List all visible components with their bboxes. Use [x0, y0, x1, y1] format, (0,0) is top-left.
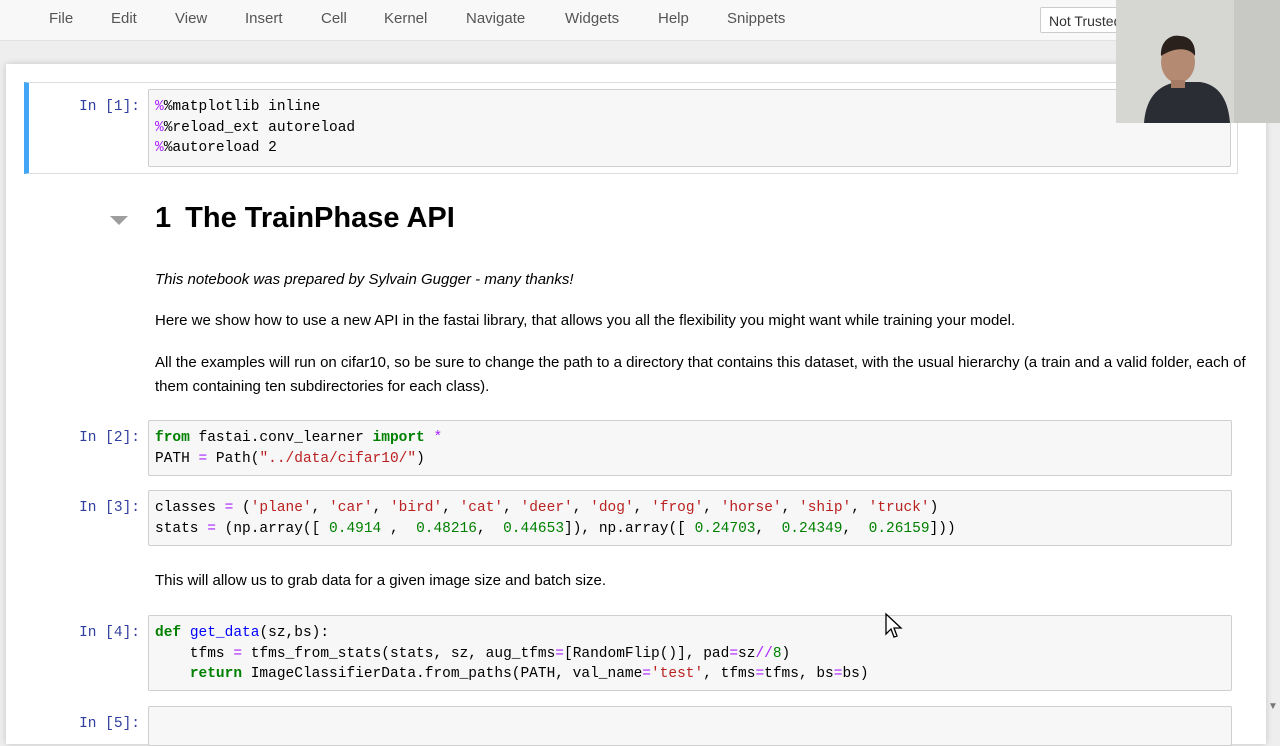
scroll-down-icon[interactable]: ▼	[1268, 702, 1278, 712]
menu-file[interactable]: File	[49, 10, 73, 27]
menu-insert[interactable]: Insert	[245, 10, 283, 27]
cell-prompt: In [1]:	[79, 99, 140, 115]
cell-prompt: In [4]:	[79, 625, 140, 641]
code-cell-4[interactable]: In [4]: def get_data(sz,bs): tfms = tfms…	[24, 615, 1238, 691]
code-editor[interactable]: from fastai.conv_learner import * PATH =…	[148, 420, 1232, 476]
code-cell-1[interactable]: In [1]: %%matplotlib inline %%reload_ext…	[24, 82, 1238, 174]
code-line: %reload_ext autoreload	[163, 119, 356, 136]
markdown-dataset-note: All the examples will run on cifar10, so…	[155, 354, 1246, 395]
menu-widgets[interactable]: Widgets	[565, 10, 619, 27]
menubar: File Edit View Insert Cell Kernel Naviga…	[0, 0, 1280, 41]
mouse-cursor-icon	[885, 612, 903, 638]
markdown-grab-data: This will allow us to grab data for a gi…	[155, 572, 607, 589]
markdown-intro: Here we show how to use a new API in the…	[155, 312, 1016, 329]
heading-number: 1	[155, 202, 172, 234]
code-cell-3[interactable]: In [3]: classes = ('plane', 'car', 'bird…	[24, 490, 1238, 546]
code-editor[interactable]: def get_data(sz,bs): tfms = tfms_from_st…	[148, 615, 1232, 691]
section-heading: 1 The TrainPhase API	[155, 202, 455, 235]
code-editor[interactable]: classes = ('plane', 'car', 'bird', 'cat'…	[148, 490, 1232, 546]
cell-prompt: In [5]:	[79, 716, 140, 732]
menu-view[interactable]: View	[175, 10, 207, 27]
menu-cell[interactable]: Cell	[321, 10, 347, 27]
presenter-video	[1116, 0, 1280, 123]
code-line: %autoreload 2	[163, 140, 277, 157]
collapse-heading-icon[interactable]	[110, 216, 128, 225]
markdown-credit: This notebook was prepared by Sylvain Gu…	[155, 271, 574, 288]
menu-help[interactable]: Help	[658, 10, 689, 27]
cell-prompt: In [3]:	[79, 500, 140, 516]
menu-kernel[interactable]: Kernel	[384, 10, 427, 27]
menu-snippets[interactable]: Snippets	[727, 10, 785, 27]
code-editor[interactable]: %%matplotlib inline %%reload_ext autorel…	[148, 89, 1231, 167]
code-editor[interactable]	[148, 706, 1232, 746]
heading-title: The TrainPhase API	[185, 202, 455, 234]
webcam-overlay	[1116, 0, 1280, 123]
code-cell-2[interactable]: In [2]: from fastai.conv_learner import …	[24, 420, 1238, 476]
menu-edit[interactable]: Edit	[111, 10, 137, 27]
menu-navigate[interactable]: Navigate	[466, 10, 525, 27]
code-cell-5[interactable]: In [5]:	[24, 706, 1238, 746]
code-line: %matplotlib inline	[163, 99, 321, 115]
cell-prompt: In [2]:	[79, 430, 140, 446]
notebook-container: In [1]: %%matplotlib inline %%reload_ext…	[6, 64, 1266, 746]
